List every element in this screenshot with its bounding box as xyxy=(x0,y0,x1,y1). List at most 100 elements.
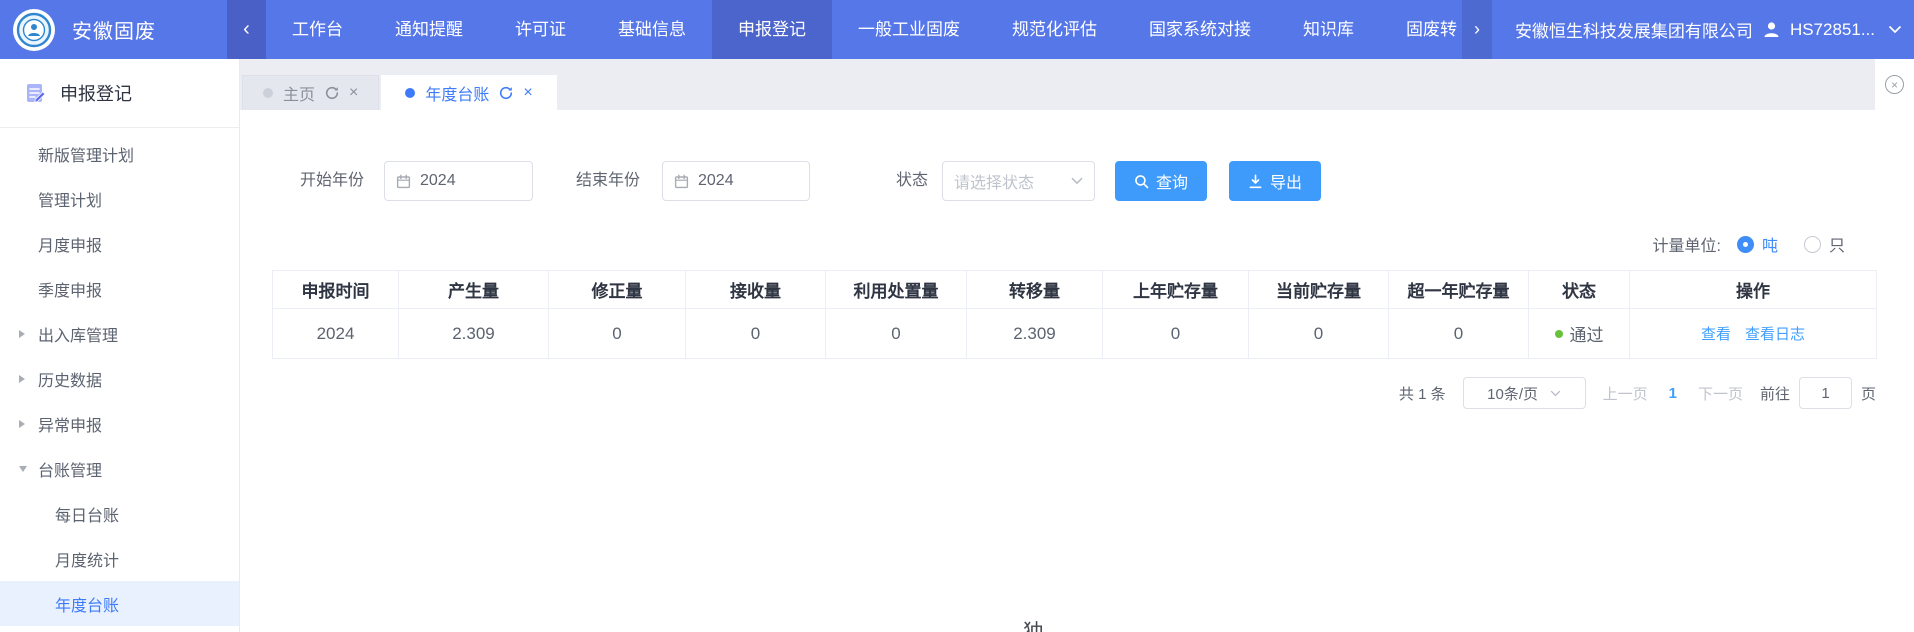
sidebar-item[interactable]: 季度申报 xyxy=(0,266,239,311)
tab-status-dot-icon xyxy=(405,88,415,98)
tab-bar: 主页 × 年度台账 × xyxy=(240,59,1875,110)
sidebar-item[interactable]: 历史数据 xyxy=(0,356,239,401)
app-logo-icon xyxy=(13,9,55,51)
actions-cell: 查看查看日志 xyxy=(1630,309,1877,359)
sidebar-item[interactable]: 出入库管理 xyxy=(0,311,239,356)
sidebar-item[interactable]: 月度申报 xyxy=(0,221,239,266)
search-button[interactable]: 查询 xyxy=(1115,161,1207,201)
nav-item[interactable]: 申报登记 xyxy=(712,0,832,59)
close-icon[interactable]: × xyxy=(523,85,532,101)
start-year-value: 2024 xyxy=(420,172,456,190)
calendar-icon xyxy=(674,174,689,189)
current-page-button[interactable]: 1 xyxy=(1665,385,1681,402)
table-cell: 0 xyxy=(549,309,686,359)
refresh-icon[interactable] xyxy=(499,86,513,100)
chevron-down-icon[interactable] xyxy=(1888,25,1902,34)
nav-item[interactable]: 国家系统对接 xyxy=(1123,0,1277,59)
action-link[interactable]: 查看日志 xyxy=(1745,326,1805,343)
column-header: 申报时间 xyxy=(273,271,399,309)
close-circle-icon[interactable]: × xyxy=(1885,75,1904,94)
sidebar-item[interactable]: 异常申报 xyxy=(0,401,239,446)
username[interactable]: HS72851... xyxy=(1790,20,1875,40)
end-year-input[interactable]: 2024 xyxy=(662,161,810,201)
sidebar-item-label: 历史数据 xyxy=(38,367,102,391)
calendar-icon xyxy=(396,174,411,189)
goto-suffix: 页 xyxy=(1861,383,1876,404)
column-header: 超一年贮存量 xyxy=(1389,271,1529,309)
chevron-right-icon xyxy=(19,375,25,383)
close-icon[interactable]: × xyxy=(349,85,358,101)
ledger-table: 申报时间产生量修正量接收量利用处置量转移量上年贮存量当前贮存量超一年贮存量状态操… xyxy=(272,270,1877,359)
tab-status-dot-icon xyxy=(263,88,273,98)
status-select[interactable]: 请选择状态 xyxy=(942,161,1095,201)
action-link[interactable]: 查看 xyxy=(1701,326,1731,343)
status-dot-icon xyxy=(1555,330,1563,338)
table-cell: 0 xyxy=(826,309,967,359)
nav-item[interactable]: 许可证 xyxy=(489,0,592,59)
top-navbar: 安徽固废 ‹ 工作台通知提醒许可证基础信息申报登记一般工业固废规范化评估国家系统… xyxy=(0,0,1914,59)
next-page-button[interactable]: 下一页 xyxy=(1698,383,1743,404)
sidebar-item[interactable]: 每日台账 xyxy=(0,491,239,536)
logo-emblem-icon xyxy=(16,12,52,48)
nav-collapse-button[interactable]: ‹ xyxy=(227,0,266,59)
table-header-row: 申报时间产生量修正量接收量利用处置量转移量上年贮存量当前贮存量超一年贮存量状态操… xyxy=(273,271,1877,309)
column-header: 利用处置量 xyxy=(826,271,967,309)
goto-page-input[interactable]: 1 xyxy=(1799,377,1852,409)
nav-item[interactable]: 基础信息 xyxy=(592,0,712,59)
table-cell: 0 xyxy=(686,309,826,359)
end-year-value: 2024 xyxy=(698,172,734,190)
tab-annual-ledger[interactable]: 年度台账 × xyxy=(381,75,556,110)
sidebar: 申报登记 新版管理计划管理计划月度申报季度申报出入库管理历史数据异常申报台账管理… xyxy=(0,59,240,632)
sidebar-item-label: 台账管理 xyxy=(38,457,102,481)
table-cell: 2.309 xyxy=(399,309,549,359)
column-header: 状态 xyxy=(1529,271,1630,309)
start-year-input[interactable]: 2024 xyxy=(384,161,533,201)
chevron-left-icon: ‹ xyxy=(243,18,250,41)
sidebar-item[interactable]: 年度台账 xyxy=(0,581,239,626)
sidebar-item[interactable]: 月度统计 xyxy=(0,536,239,581)
unit-option-ton[interactable]: 吨 xyxy=(1737,232,1778,256)
nav-item[interactable]: 规范化评估 xyxy=(986,0,1123,59)
nav-item[interactable]: 知识库 xyxy=(1277,0,1380,59)
sidebar-item-label: 月度申报 xyxy=(38,232,102,256)
nav-menu: 工作台通知提醒许可证基础信息申报登记一般工业固废规范化评估国家系统对接知识库固废… xyxy=(266,0,1462,59)
sidebar-item-label: 季度申报 xyxy=(38,277,102,301)
pagination: 共 1 条 10条/页 上一页 1 下一页 前往 1 页 xyxy=(1399,377,1876,409)
prev-page-button[interactable]: 上一页 xyxy=(1603,383,1648,404)
column-header: 修正量 xyxy=(549,271,686,309)
user-icon xyxy=(1762,20,1781,39)
table-cell: 2024 xyxy=(273,309,399,359)
unit-selector: 计量单位: 吨 只 xyxy=(1653,230,1845,258)
sidebar-item[interactable]: 台账管理 xyxy=(0,446,239,491)
unit-option-piece[interactable]: 只 xyxy=(1804,232,1845,256)
status-label: 状态 xyxy=(896,161,928,201)
nav-item[interactable]: 一般工业固废 xyxy=(832,0,986,59)
total-count: 共 1 条 xyxy=(1399,383,1446,404)
sidebar-menu: 新版管理计划管理计划月度申报季度申报出入库管理历史数据异常申报台账管理每日台账月… xyxy=(0,128,239,626)
sidebar-item[interactable]: 管理计划 xyxy=(0,176,239,221)
chevron-down-icon xyxy=(1550,390,1561,397)
export-button[interactable]: 导出 xyxy=(1229,161,1321,201)
column-header: 产生量 xyxy=(399,271,549,309)
unit-label: 计量单位: xyxy=(1653,232,1721,256)
nav-item[interactable]: 工作台 xyxy=(266,0,369,59)
nav-scroll-right-button[interactable]: › xyxy=(1462,0,1492,59)
tab-home[interactable]: 主页 × xyxy=(242,75,379,110)
nav-item[interactable]: 固废转 xyxy=(1380,0,1462,59)
sidebar-item[interactable]: 新版管理计划 xyxy=(0,131,239,176)
document-edit-icon xyxy=(25,82,47,104)
tab-label: 年度台账 xyxy=(425,81,489,105)
column-header: 转移量 xyxy=(967,271,1103,309)
page-size-select[interactable]: 10条/页 xyxy=(1463,377,1586,409)
sidebar-item-label: 新版管理计划 xyxy=(38,142,134,166)
radio-selected-icon xyxy=(1737,236,1754,253)
status-badge: 通过 xyxy=(1555,321,1604,346)
table-cell: 0 xyxy=(1249,309,1389,359)
refresh-icon[interactable] xyxy=(325,86,339,100)
table-cell: 0 xyxy=(1103,309,1249,359)
chevron-right-icon: › xyxy=(1474,19,1480,40)
status-cell: 通过 xyxy=(1529,309,1630,359)
chevron-down-icon xyxy=(1071,177,1083,185)
nav-item[interactable]: 通知提醒 xyxy=(369,0,489,59)
sidebar-item-label: 每日台账 xyxy=(55,502,119,526)
